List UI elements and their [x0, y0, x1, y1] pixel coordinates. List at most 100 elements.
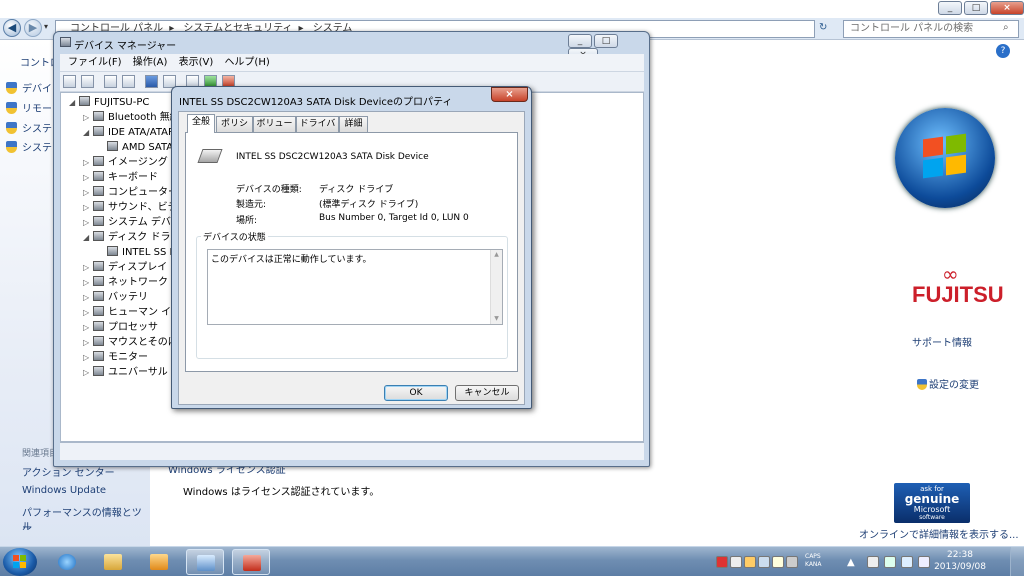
tree-node[interactable]: ▷ システム デバイ: [83, 216, 181, 230]
forward-button[interactable]: ▶: [24, 19, 42, 37]
tree-expander-icon[interactable]: ▷: [83, 306, 91, 320]
ime-options-icon[interactable]: [786, 556, 798, 568]
device-status-text[interactable]: このデバイスは正常に動作しています。 ▲ ▼: [207, 249, 503, 325]
tree-expander-icon[interactable]: ▷: [83, 111, 91, 125]
cancel-button[interactable]: キャンセル: [455, 385, 519, 401]
task-device-manager[interactable]: デバイ: [6, 80, 52, 95]
refresh-icon[interactable]: ↻: [819, 22, 827, 33]
taskbar-ie[interactable]: [48, 549, 86, 575]
device-category-icon: [107, 246, 118, 256]
tree-expander-icon[interactable]: ▷: [83, 201, 91, 215]
tree-expander-icon[interactable]: ◢: [83, 231, 91, 245]
tree-node[interactable]: ▷ サウンド、ビデ: [83, 201, 178, 215]
see-also-performance-cont[interactable]: ル: [22, 518, 32, 533]
tree-expander-icon[interactable]: ▷: [83, 156, 91, 170]
dialog-close-button[interactable]: ×: [491, 87, 528, 102]
tree-node[interactable]: ▷ モニター: [83, 351, 148, 365]
ime-a-icon[interactable]: [730, 556, 742, 568]
help-icon[interactable]: [145, 75, 158, 88]
tab-details[interactable]: 詳細: [339, 116, 368, 132]
forward-arrow-icon[interactable]: [81, 75, 94, 88]
up-icon[interactable]: [104, 75, 117, 88]
scroll-down-icon[interactable]: ▼: [491, 314, 502, 324]
start-button[interactable]: [3, 548, 37, 576]
search-input[interactable]: コントロール パネルの検索: [843, 20, 1019, 38]
taskbar-explorer[interactable]: [94, 549, 132, 575]
tree-expander-icon[interactable]: ▷: [83, 291, 91, 305]
support-info-link[interactable]: サポート情報: [912, 334, 972, 349]
tree-node[interactable]: ▷ イメージング デ: [83, 156, 181, 170]
action-center-flag-icon[interactable]: [867, 556, 879, 568]
tree-expander-icon[interactable]: ▷: [83, 216, 91, 230]
back-button[interactable]: ◀: [3, 19, 21, 37]
tree-expander-icon[interactable]: ▷: [83, 186, 91, 200]
show-desktop-button[interactable]: [1010, 547, 1024, 576]
tree-expander-icon[interactable]: ▷: [83, 351, 91, 365]
tree-node[interactable]: ▷ ネットワーク ア: [83, 276, 181, 290]
ime-icon[interactable]: [744, 556, 756, 568]
tree-expander-icon[interactable]: ▷: [83, 261, 91, 275]
clock[interactable]: 22:38 2013/09/08: [928, 549, 992, 573]
see-also-performance[interactable]: パフォーマンスの情報とツー: [22, 504, 150, 534]
tree-node[interactable]: ▷ バッテリ: [83, 291, 148, 305]
online-info-link[interactable]: オンラインで詳細情報を表示する...: [859, 526, 1019, 541]
menu-action[interactable]: 操作(A): [133, 54, 168, 72]
tray-app-icon[interactable]: [716, 556, 728, 568]
close-button[interactable]: ×: [990, 1, 1024, 15]
status-scrollbar[interactable]: ▲ ▼: [490, 250, 502, 324]
ime-dictionary-icon[interactable]: [758, 556, 770, 568]
help-icon[interactable]: ?: [996, 44, 1010, 58]
scroll-up-icon[interactable]: ▲: [491, 250, 502, 260]
genuine-microsoft-badge[interactable]: ask for genuine Microsoft software: [894, 483, 970, 523]
task-remote[interactable]: リモー: [6, 100, 52, 115]
ime-help-icon[interactable]: [772, 556, 784, 568]
see-also-windows-update[interactable]: Windows Update: [22, 485, 106, 496]
tree-expander-icon[interactable]: ▷: [83, 366, 91, 380]
task-system-protection[interactable]: システ: [6, 120, 52, 135]
menu-view[interactable]: 表示(V): [179, 54, 214, 72]
tree-node[interactable]: ▷ マウスとそのほ: [83, 336, 178, 350]
minimize-button[interactable]: _: [568, 34, 592, 48]
tree-node-label: FUJITSU-PC: [94, 97, 150, 108]
tab-general[interactable]: 全般: [187, 114, 215, 133]
tree-expander-icon[interactable]: ▷: [83, 321, 91, 335]
tree-node[interactable]: ▷ コンピューター: [83, 186, 178, 200]
taskbar-media-player[interactable]: [140, 549, 178, 575]
tree-node[interactable]: ▷ ヒューマン イン: [83, 306, 181, 320]
tree-node[interactable]: ▷ Bluetooth 無線: [83, 111, 180, 125]
genuine-word: genuine: [904, 492, 960, 506]
properties-icon[interactable]: [122, 75, 135, 88]
tree-expander-icon[interactable]: ▷: [83, 171, 91, 185]
tree-expander-icon[interactable]: ▷: [83, 336, 91, 350]
tree-expander-icon[interactable]: ◢: [69, 96, 77, 110]
tree-expander-icon[interactable]: ◢: [83, 126, 91, 140]
network-icon[interactable]: [901, 556, 913, 568]
taskbar-device-manager[interactable]: [232, 549, 270, 575]
tray-expand-icon[interactable]: ▲: [847, 557, 855, 568]
menu-help[interactable]: ヘルプ(H): [224, 54, 269, 72]
tab-volume[interactable]: ボリューム: [253, 116, 296, 144]
tab-driver[interactable]: ドライバー: [296, 116, 339, 144]
task-advanced-settings[interactable]: システ: [6, 139, 52, 154]
tree-node[interactable]: ▷ プロセッサ: [83, 321, 158, 335]
device-category-icon: [93, 171, 104, 181]
tree-expander-icon[interactable]: ▷: [83, 276, 91, 290]
maximize-button[interactable]: □: [964, 1, 988, 15]
back-arrow-icon[interactable]: [63, 75, 76, 88]
tree-node[interactable]: ▷ キーボード: [83, 171, 158, 185]
battery-icon[interactable]: [884, 556, 896, 568]
tree-node[interactable]: ◢ IDE ATA/ATAPI: [83, 126, 177, 140]
tab-policy[interactable]: ポリシー: [216, 116, 253, 144]
ok-button[interactable]: OK: [384, 385, 448, 401]
recent-pages-chevron-icon[interactable]: ▾: [44, 22, 48, 31]
device-category-icon: [93, 231, 104, 241]
change-settings-link[interactable]: 設定の変更: [917, 376, 979, 391]
maximize-button[interactable]: □: [594, 34, 618, 48]
menu-file[interactable]: ファイル(F): [68, 54, 122, 72]
tree-node[interactable]: ◢ FUJITSU-PC: [69, 96, 149, 110]
minimize-button[interactable]: _: [938, 1, 962, 15]
tree-node[interactable]: ▷ ユニバーサル シ: [83, 366, 181, 380]
taskbar-control-panel[interactable]: [186, 549, 224, 575]
tree-node[interactable]: ▷ ディスプレイ ア: [83, 261, 180, 275]
tree-node[interactable]: ◢ ディスク ドライ: [83, 231, 180, 245]
